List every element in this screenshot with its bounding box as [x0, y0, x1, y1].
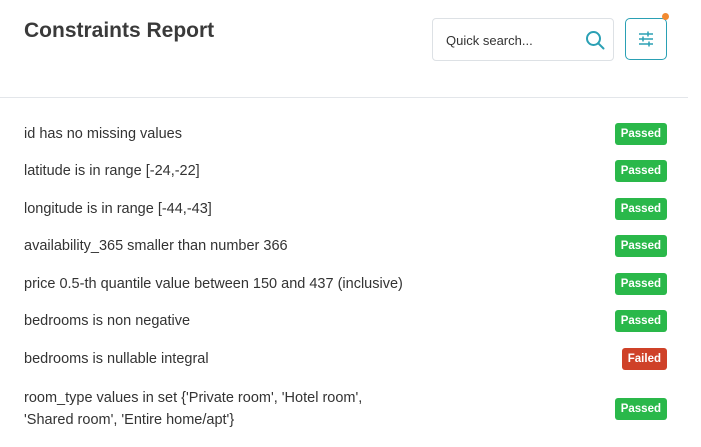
constraint-label: bedrooms is nullable integral: [24, 350, 209, 367]
status-badge: Passed: [614, 272, 667, 295]
status-badge: Passed: [614, 310, 667, 333]
quick-search-box[interactable]: [432, 18, 614, 61]
search-input[interactable]: [446, 31, 586, 49]
status-badge: Passed: [614, 235, 667, 258]
constraint-label: id has no missing values: [24, 125, 182, 142]
filter-button[interactable]: [625, 18, 667, 60]
sliders-icon: [639, 31, 653, 47]
constraint-label: bedrooms is non negative: [24, 313, 191, 330]
filter-active-indicator: [662, 13, 669, 20]
constraint-label: latitude is in range [-24,-22]: [24, 163, 200, 180]
constraint-row: bedrooms is non negative Passed: [0, 303, 688, 341]
status-badge: Passed: [614, 160, 667, 183]
constraint-row: bedrooms is nullable integral Failed: [0, 340, 688, 378]
constraint-label-line: room_type values in set {'Private room',…: [24, 389, 363, 406]
constraint-row: longitude is in range [-44,-43] Passed: [0, 190, 688, 228]
status-badge: Failed: [621, 347, 667, 370]
constraint-label: longitude is in range [-44,-43]: [24, 200, 212, 217]
constraint-label-line: 'Shared room', 'Entire home/apt'}: [24, 411, 235, 428]
constraint-row: id has no missing values Passed: [0, 115, 688, 153]
search-icon[interactable]: [585, 30, 605, 50]
status-badge: Passed: [614, 397, 667, 420]
page-title: Constraints Report: [24, 19, 215, 42]
constraint-row: availability_365 smaller than number 366…: [0, 228, 688, 266]
constraint-row: latitude is in range [-24,-22] Passed: [0, 153, 688, 191]
constraint-label: room_type values in set {'Private room',…: [24, 387, 362, 431]
constraints-list: id has no missing values Passed latitude…: [0, 115, 688, 440]
constraint-row: room_type values in set {'Private room',…: [0, 378, 688, 440]
status-badge: Passed: [614, 122, 667, 145]
constraint-label: price 0.5-th quantile value between 150 …: [24, 275, 403, 292]
constraint-row: price 0.5-th quantile value between 150 …: [0, 265, 688, 303]
report-header: Constraints Report: [0, 0, 688, 98]
constraint-label: availability_365 smaller than number 366: [24, 238, 288, 255]
status-badge: Passed: [614, 197, 667, 220]
